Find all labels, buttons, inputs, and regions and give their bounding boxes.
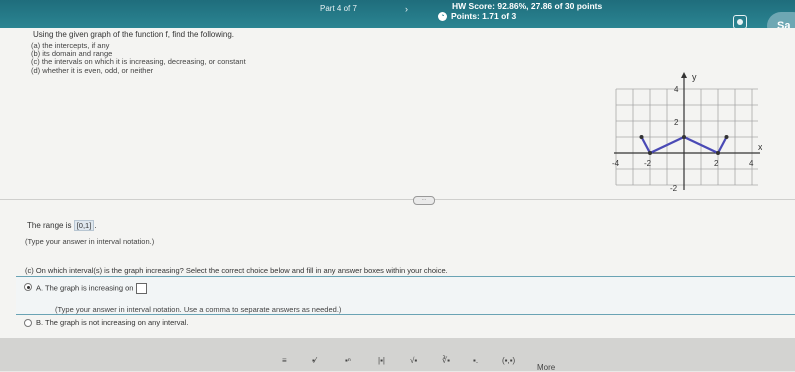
math-toolbar [0, 338, 795, 371]
choice-a-radio[interactable] [24, 283, 32, 291]
part-d: (d) whether it is even, odd, or neither [31, 65, 154, 75]
points-text: Points: 1.71 of 3 [451, 11, 517, 21]
points-display: ◔ Points: 1.71 of 3 [438, 11, 516, 21]
tick-y2: 2 [674, 118, 679, 127]
part-indicator: Part 4 of 7 [320, 4, 357, 13]
function-point-2 [682, 135, 686, 139]
question-prompt: Using the given graph of the function f,… [33, 30, 235, 39]
range-label: The range is [27, 221, 72, 230]
grid [615, 88, 758, 186]
square-root-tool[interactable]: √▪ [410, 356, 417, 365]
decimal-tool[interactable]: ▪. [473, 356, 478, 365]
y-axis-arrow-icon [681, 72, 687, 78]
range-instruction: (Type your answer in interval notation.) [25, 237, 155, 246]
function-point-1 [648, 151, 652, 155]
function-point-0 [639, 135, 644, 139]
section-divider [0, 199, 795, 200]
choice-a-label: A. The graph is increasing on [36, 283, 134, 293]
expand-handle[interactable]: ··· [413, 196, 435, 205]
settings-icon[interactable] [733, 15, 747, 29]
question-parts: (a) the intercepts, if any (b) its domai… [31, 41, 246, 75]
exponent-tool[interactable]: ▪ⁿ [345, 356, 351, 365]
y-axis-label: y [692, 72, 697, 82]
range-value[interactable]: [0,1] [73, 220, 95, 231]
range-suffix: . [94, 221, 97, 230]
choice-a[interactable]: A. The graph is increasing on (Type your… [16, 276, 795, 315]
choice-a-note: (Type your answer in interval notation. … [55, 305, 342, 314]
function-graph: y x 4 2 -2 -4 -2 2 4 [612, 72, 762, 193]
tick-x4: 4 [749, 159, 754, 168]
part-c-question: (c) On which interval(s) is the graph in… [25, 266, 448, 275]
mixed-fraction-tool[interactable]: ▪⁄ [312, 356, 316, 365]
absolute-value-tool[interactable]: |▪| [378, 356, 385, 365]
function-point-3 [716, 151, 720, 155]
tick-yneg2: -2 [670, 184, 678, 193]
top-bar: Part 4 of 7 › HW Score: 92.86%, 27.86 of… [0, 0, 795, 40]
cube-root-tool[interactable]: ∛▪ [442, 356, 450, 365]
tick-x2: 2 [714, 159, 719, 168]
hw-score: HW Score: 92.86%, 27.86 of 30 points [452, 1, 603, 11]
interval-answer-box[interactable] [135, 283, 147, 294]
choice-b-text: B. The graph is not increasing on any in… [36, 318, 189, 327]
tick-xneg2: -2 [644, 159, 652, 168]
points-icon: ◔ [438, 11, 447, 21]
tick-y4: 4 [674, 85, 679, 94]
tick-xneg4: -4 [612, 159, 620, 168]
choice-a-text: A. The graph is increasing on [36, 283, 147, 294]
x-axis-label: x [758, 142, 762, 152]
range-answer: The range is [0,1]. [27, 220, 97, 231]
function-point-4 [724, 135, 729, 139]
choice-b-radio[interactable] [24, 319, 32, 327]
next-part-icon[interactable]: › [405, 4, 408, 14]
ordered-pair-tool[interactable]: (▪,▪) [502, 356, 515, 365]
fraction-tool[interactable]: ≡ [282, 356, 287, 365]
